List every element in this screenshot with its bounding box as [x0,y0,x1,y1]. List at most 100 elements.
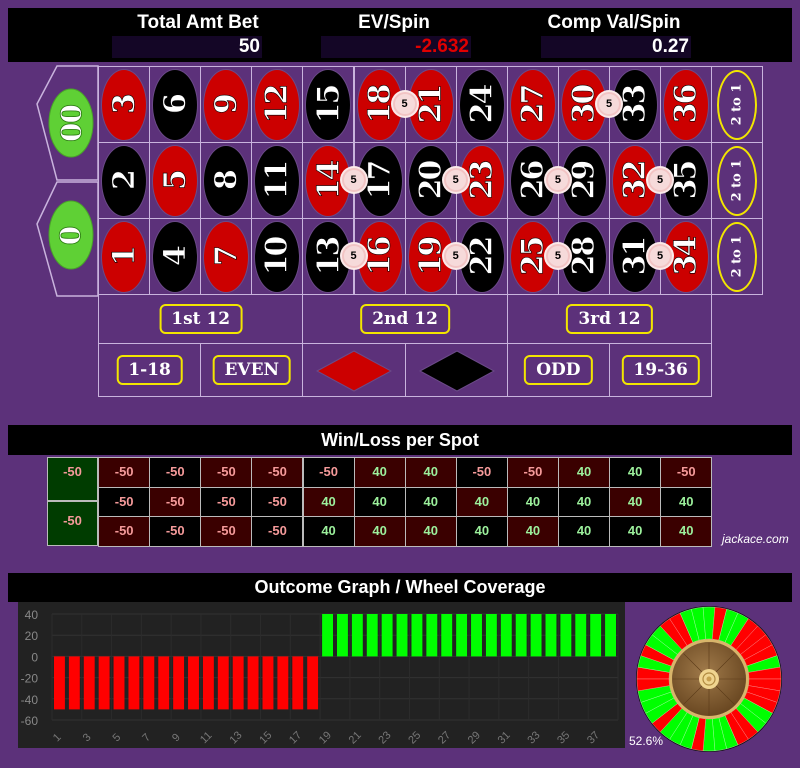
x-tick-label: 7 [140,731,153,744]
winloss-cell-5: -50 [149,486,202,517]
outcome-bar [217,656,229,710]
black-diamond-shape [418,349,495,392]
number-oval: 9 [204,69,249,140]
number-spot-1[interactable]: 1 [98,218,151,295]
x-tick-label: 35 [555,729,572,746]
number-label: 21 [413,85,449,124]
winloss-cell-11: -50 [251,486,304,517]
dozen-bet-3[interactable]: 3rd 12 [506,294,713,344]
number-spot-10[interactable]: 10 [251,218,304,295]
winloss-title: Win/Loss per Spot [8,425,792,455]
double-zero-label: 00 [54,104,88,142]
winloss-cell-19: 40 [404,516,457,547]
number-label: 7 [208,247,244,266]
outcome-bar [68,656,80,710]
winloss-cell-35: 40 [660,486,713,517]
winloss-cell-10: -50 [251,516,304,547]
chip[interactable]: 5 [648,244,673,268]
chip[interactable]: 5 [443,168,468,192]
outcome-bar [113,656,125,710]
chip[interactable]: 5 [392,92,417,116]
number-oval: 6 [153,69,198,140]
number-spot-6[interactable]: 6 [149,66,202,143]
outcome-bar [351,614,363,657]
number-spot-15[interactable]: 15 [302,66,355,143]
number-label: 4 [157,247,193,266]
chip[interactable]: 5 [341,244,366,268]
outcome-bar [545,614,557,657]
chip[interactable]: 5 [443,244,468,268]
outcome-bar [54,656,65,710]
outside-bet-label: EVEN [212,355,292,385]
number-label: 29 [566,161,602,200]
number-spot-27[interactable]: 27 [506,66,559,143]
x-tick-label: 21 [347,729,364,746]
winloss-cell-12: -50 [251,457,304,488]
winloss-cell-31: 40 [609,516,662,547]
number-oval: 3 [102,69,147,140]
number-spot-24[interactable]: 24 [455,66,508,143]
column-bet-3[interactable]: 2 to 1 [711,218,764,295]
number-spot-36[interactable]: 36 [660,66,713,143]
outcome-chart: 40 20 0 -20 -40 -60 1 3 5 7 9 11 13 15 17 19 21 23 25 27 29 3… [18,602,625,748]
winloss-cell-7: -50 [200,516,253,547]
winloss-cell-33: 40 [609,457,662,488]
dozen-label: 2nd 12 [360,304,450,334]
outside-bet-1-18[interactable]: 1-18 [98,343,202,397]
number-label: 13 [310,237,347,276]
chip[interactable]: 5 [341,168,366,192]
winloss-cell-34: 40 [660,516,713,547]
number-spot-11[interactable]: 11 [251,142,304,219]
outside-bet-odd[interactable]: ODD [506,343,610,397]
red-bet[interactable] [302,343,406,397]
number-spot-3[interactable]: 3 [98,66,151,143]
number-spot-5[interactable]: 5 [149,142,202,219]
number-spot-12[interactable]: 12 [251,66,304,143]
wheel-coverage-svg [636,606,782,752]
number-oval: 24 [459,69,504,140]
outside-bet-label: 19-36 [621,355,700,385]
x-tick-label: 37 [585,729,602,746]
x-tick-label: 15 [257,729,274,746]
outcome-bar [560,614,572,657]
outcome-bar [292,656,304,710]
dozen-bet-1[interactable]: 1st 12 [98,294,304,344]
column-bet-1[interactable]: 2 to 1 [711,66,764,143]
column-bet-oval: 2 to 1 [717,145,758,216]
zero-area [36,65,99,297]
number-spot-8[interactable]: 8 [200,142,253,219]
y-tick-label: 40 [25,608,39,622]
number-spot-2[interactable]: 2 [98,142,151,219]
outside-bet-19-36[interactable]: 19-36 [609,343,713,397]
column-bet-2[interactable]: 2 to 1 [711,142,764,219]
x-tick-label: 5 [110,731,123,744]
chip[interactable]: 5 [648,168,673,192]
winloss-cell-18: 40 [353,457,406,488]
number-label: 10 [259,237,296,276]
chip[interactable]: 5 [545,168,570,192]
number-label: 5 [157,171,193,190]
number-spot-7[interactable]: 7 [200,218,253,295]
number-label: 24 [464,85,500,124]
number-spot-9[interactable]: 9 [200,66,253,143]
black-bet[interactable] [404,343,508,397]
chip[interactable]: 5 [545,244,570,268]
winloss-cell-00: -50 [47,457,98,501]
outside-bet-label: 1-18 [116,355,183,385]
number-oval: 10 [255,221,300,292]
outside-bet-even[interactable]: EVEN [200,343,304,397]
column-bet-oval: 2 to 1 [717,69,758,140]
x-tick-label: 27 [436,729,453,746]
coverage-percent: 52.6% [629,734,664,748]
dozen-bet-2[interactable]: 2nd 12 [302,294,508,344]
outcome-bar [322,614,333,657]
number-label: 19 [413,237,449,276]
number-spot-4[interactable]: 4 [149,218,202,295]
winloss-cell-24: -50 [455,457,508,488]
chip[interactable]: 5 [597,92,621,116]
number-label: 16 [362,237,398,276]
outcome-bar [456,614,468,657]
winloss-cell-27: -50 [506,457,559,488]
winloss-cell-15: -50 [302,457,355,488]
roulette-table: 00 0 3 6 9 12 15 18 21 24 27 30 33 36 2 to 1 2 5 8 11 14 1… [0,0,800,410]
